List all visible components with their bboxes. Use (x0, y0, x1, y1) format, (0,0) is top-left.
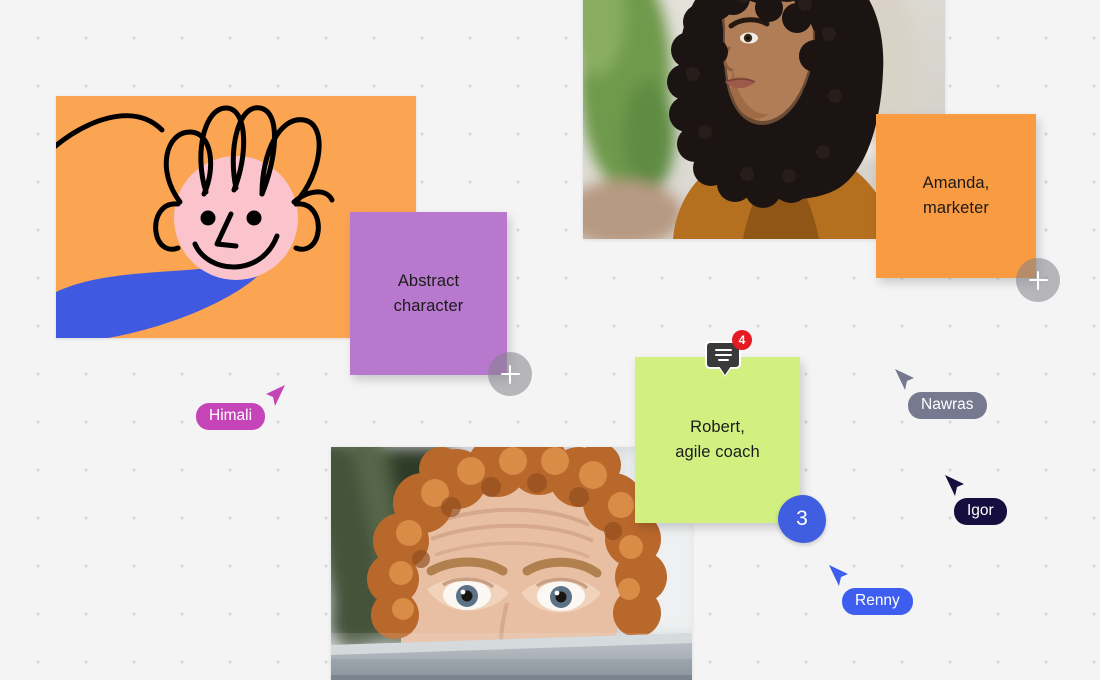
cursor-label: Himali (196, 403, 266, 430)
cursor-arrow-icon (895, 369, 914, 390)
bubble-line (717, 359, 729, 361)
vote-count: 3 (796, 507, 808, 530)
sticky-note-robert[interactable]: Robert, agile coach (635, 357, 800, 523)
comment-badge[interactable]: 4 (705, 330, 752, 375)
sticky-note-text: Robert, agile coach (675, 418, 760, 461)
whiteboard-canvas[interactable]: Abstract character Amanda, marketer Robe… (0, 0, 1100, 680)
sticky-note-text: Abstract character (393, 271, 464, 315)
add-button-abstract-character[interactable] (488, 352, 532, 396)
vote-count-badge[interactable]: 3 (778, 495, 826, 543)
cursor-label: Renny (842, 588, 913, 615)
sticky-note-text: Amanda, marketer (922, 174, 990, 217)
cursor-arrow-icon (829, 565, 848, 586)
bubble-line (714, 354, 732, 356)
sticky-note-amanda[interactable]: Amanda, marketer (876, 114, 1036, 278)
comment-count: 4 (732, 330, 752, 350)
sticky-note-abstract-character[interactable]: Abstract character (350, 212, 507, 375)
add-button-amanda[interactable] (1016, 258, 1060, 302)
cursor-label: Nawras (908, 392, 987, 419)
bubble-tail (719, 366, 731, 375)
cursor-arrow-icon (945, 475, 964, 496)
bubble-line (714, 349, 732, 351)
cursor-arrow-icon (266, 385, 285, 406)
cursor-label: Igor (954, 498, 1007, 525)
